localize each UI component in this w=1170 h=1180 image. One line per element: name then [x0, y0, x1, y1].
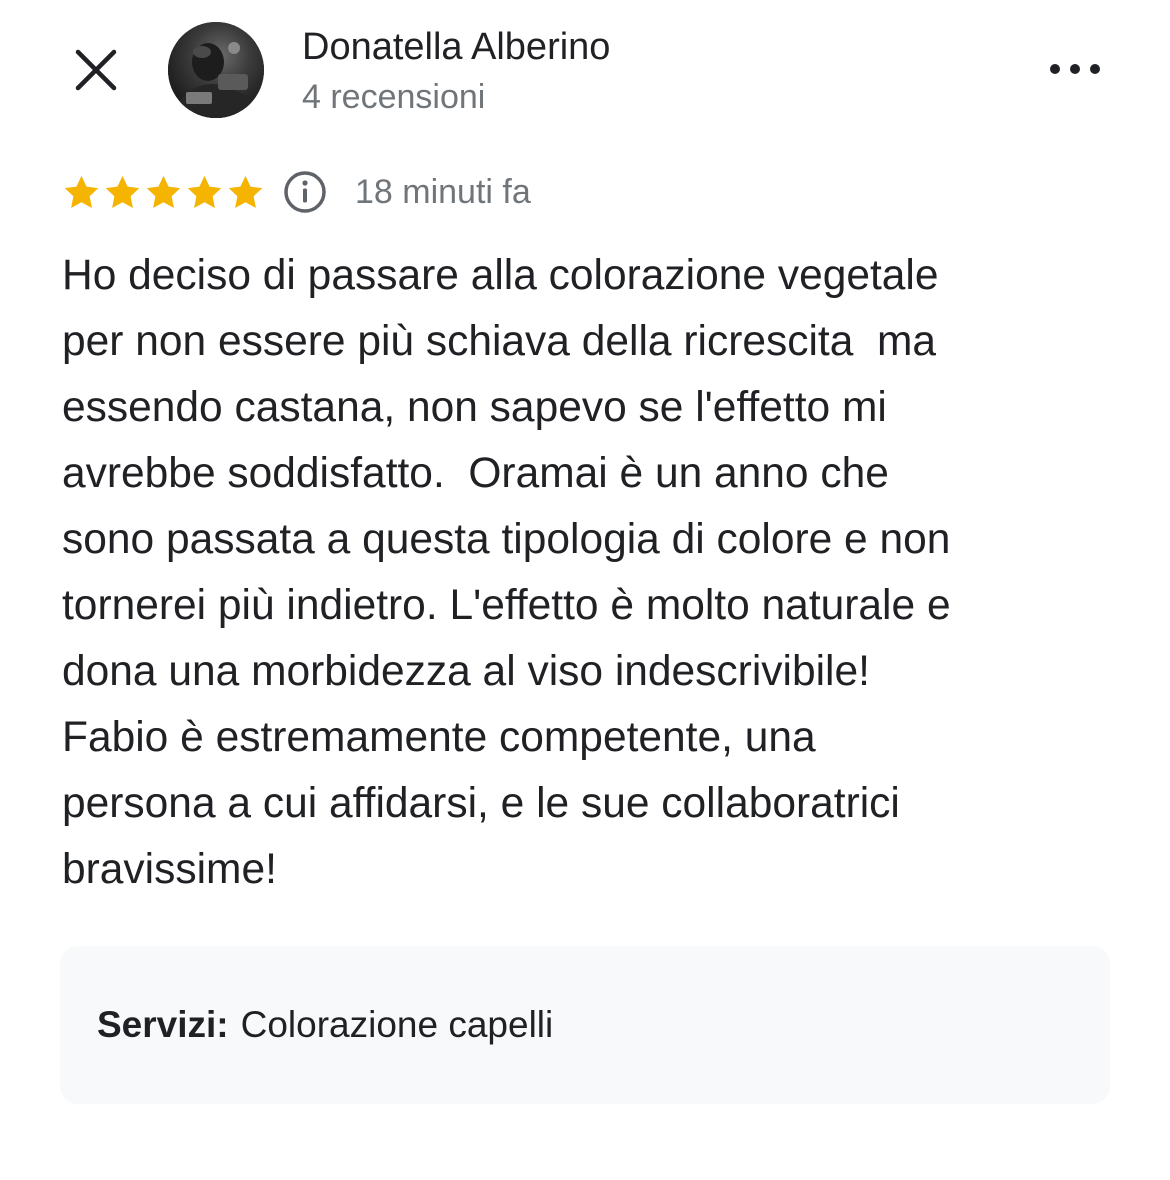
star-rating	[62, 173, 265, 212]
review-text: Ho deciso di passare alla colorazione ve…	[62, 243, 1122, 903]
review-text-line: Fabio è estremamente competente, una	[62, 714, 816, 761]
more-options-button[interactable]	[1040, 46, 1110, 92]
star-icon	[64, 175, 99, 208]
close-button[interactable]	[66, 40, 126, 100]
services-value: Colorazione capelli	[240, 1004, 554, 1045]
review-text-line: dona una morbidezza al viso indescrivibi…	[62, 648, 870, 695]
review-text-line: avrebbe soddisfatto. Oramai è un anno ch…	[62, 450, 889, 497]
more-horizontal-icon	[1050, 64, 1100, 74]
review-text-line: bravissime!	[62, 846, 277, 893]
star-icon	[228, 175, 263, 208]
info-icon	[284, 171, 326, 213]
services-box: Servizi: Colorazione capelli	[60, 946, 1110, 1104]
review-text-line: persona a cui affidarsi, e le sue collab…	[62, 780, 900, 827]
review-count: 4 recensioni	[302, 78, 486, 116]
avatar-image	[168, 22, 264, 118]
author-name[interactable]: Donatella Alberino	[302, 24, 610, 70]
star-icon	[146, 175, 181, 208]
review-time: 18 minuti fa	[355, 173, 531, 211]
star-icon	[187, 175, 222, 208]
services-label: Servizi:	[97, 1004, 229, 1045]
review-text-line: essendo castana, non sapevo se l'effetto…	[62, 384, 887, 431]
star-icon	[105, 175, 140, 208]
review-text-line: sono passata a questa tipologia di color…	[62, 516, 951, 563]
review-text-line: per non essere più schiava della ricresc…	[62, 318, 937, 365]
rating-row: 18 minuti fa	[62, 168, 531, 216]
avatar[interactable]	[168, 22, 264, 118]
review-text-line: tornerei più indietro. L'effetto è molto…	[62, 582, 951, 629]
info-button[interactable]	[283, 170, 327, 214]
close-icon	[75, 49, 117, 91]
review-text-line: Ho deciso di passare alla colorazione ve…	[62, 252, 939, 299]
